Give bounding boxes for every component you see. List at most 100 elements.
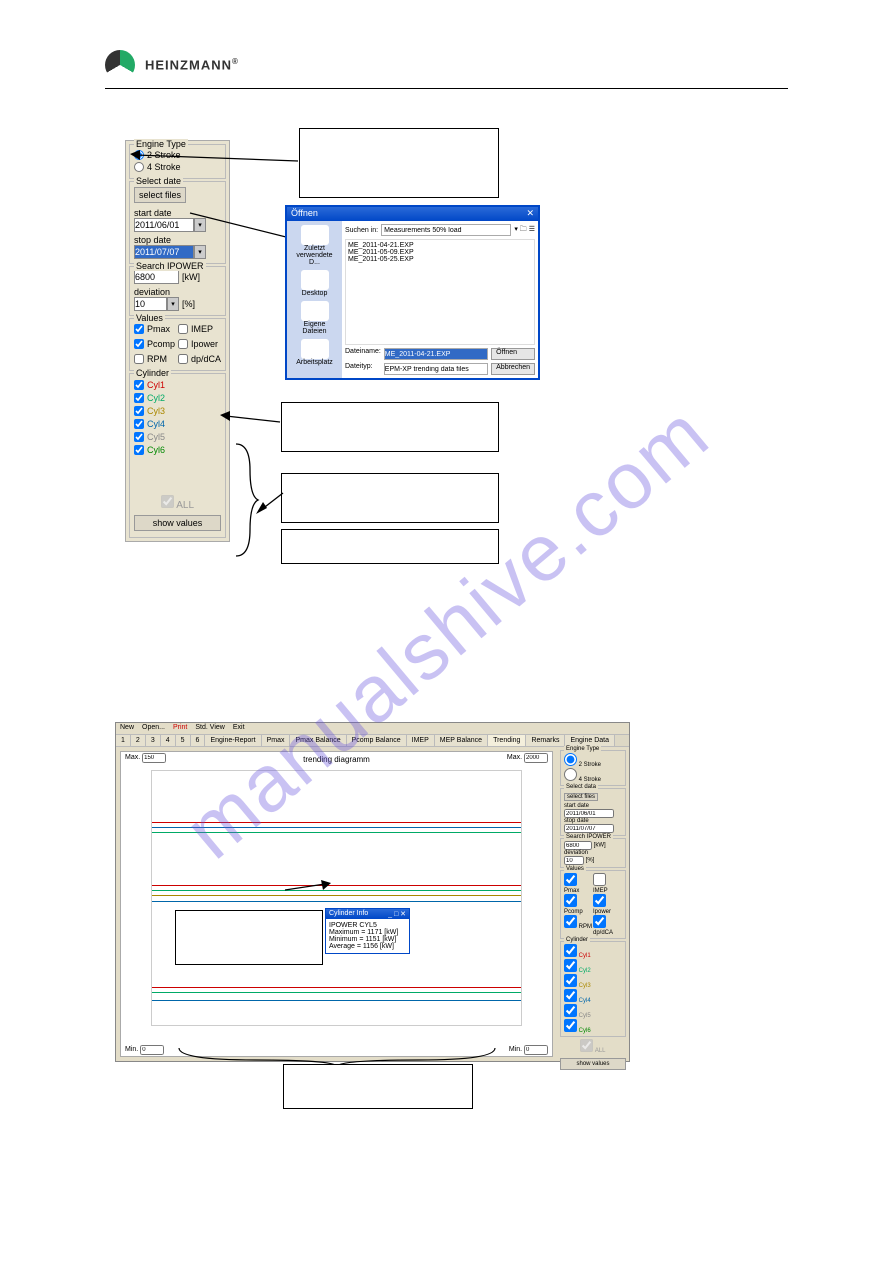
tab-4[interactable]: 4 [161,735,176,746]
values-title: Values [134,313,165,323]
pcomp-check[interactable]: Pcomp [134,339,176,349]
pmax-check[interactable]: Pmax [134,324,176,334]
computer-icon[interactable] [301,339,329,359]
folder-icon[interactable] [301,225,329,245]
select-files-button[interactable]: select files [134,187,186,203]
trending-window: New Open... Print Std. View Exit 1 2 3 4… [115,722,630,1062]
tab-pmax[interactable]: Pmax [262,735,291,746]
close-icon[interactable]: ✕ [526,208,534,220]
tab-1[interactable]: 1 [116,735,131,746]
tab-pcomp-balance[interactable]: Pcomp Balance [347,735,407,746]
trending-side-panel: Engine Type 2 Stroke 4 Stroke Select dat… [557,747,629,1061]
open-button[interactable]: Open... [142,724,165,733]
side-4stroke[interactable] [564,768,577,781]
popup-line: Minimum = 1151 [kW] [329,936,406,943]
print-button[interactable]: Print [173,724,187,733]
side-cyl1[interactable] [564,944,577,957]
side-pcomp[interactable] [564,894,577,907]
filetype-label: Dateityp: [345,363,381,375]
tab-engine-data[interactable]: Engine Data [565,735,615,746]
side-stop[interactable] [564,824,614,833]
tab-pmax-balance[interactable]: Pmax Balance [290,735,346,746]
cyl6-check[interactable]: Cyl6 [134,445,221,455]
min-right-input[interactable] [524,1045,548,1055]
trending-chart[interactable]: Max. trending diagramm Max. Min. Min. [120,751,553,1057]
ipower-check[interactable]: Ipower [178,339,221,349]
filename-input[interactable] [384,348,488,360]
brand-name: HEINZMANN® [145,57,239,72]
side-start[interactable] [564,809,614,818]
deviation-unit: [%] [182,299,195,309]
open-button[interactable]: Öffnen [491,348,535,360]
annotation-box-5 [175,910,323,965]
new-button[interactable]: New [120,724,134,733]
cancel-button[interactable]: Abbrechen [491,363,535,375]
tab-5[interactable]: 5 [176,735,191,746]
tab-3[interactable]: 3 [146,735,161,746]
side-dpdca[interactable] [593,915,606,928]
show-values-button[interactable]: show values [134,515,221,531]
data-series [152,992,521,993]
exit-button[interactable]: Exit [233,724,245,733]
side-pmax[interactable] [564,873,577,886]
rpm-check[interactable]: RPM [134,354,176,364]
side-cyl6[interactable] [564,1019,577,1032]
imep-check[interactable]: IMEP [178,324,221,334]
max-right-input[interactable] [524,753,548,763]
side-2stroke[interactable] [564,753,577,766]
desktop-icon[interactable] [301,270,329,290]
arrow-icon [255,490,290,518]
side-rpm[interactable] [564,915,577,928]
toolbar-icons[interactable]: ▾ 🗀 ☰ [514,225,535,236]
tab-2[interactable]: 2 [131,735,146,746]
side-ipower[interactable] [564,841,592,850]
tab-mep-balance[interactable]: MEP Balance [435,735,488,746]
lookin-label: Suchen in: [345,227,378,234]
tab-imep[interactable]: IMEP [407,735,435,746]
tab-engine-report[interactable]: Engine-Report [205,735,261,746]
side-cyl4[interactable] [564,989,577,1002]
cyl1-check[interactable]: Cyl1 [134,380,221,390]
side-cyl3[interactable] [564,974,577,987]
side-selectfiles[interactable]: select files [564,793,598,801]
tab-6[interactable]: 6 [191,735,206,746]
lookin-input[interactable] [381,224,511,236]
documents-icon[interactable] [301,301,329,321]
data-series [152,987,521,988]
cylinder-group: Cylinder Cyl1 Cyl2 Cyl3 Cyl4 Cyl5 Cyl6 A… [129,373,226,538]
side-ipower-ck[interactable] [593,894,606,907]
cyl5-check[interactable]: Cyl5 [134,432,221,442]
tab-remarks[interactable]: Remarks [526,735,565,746]
start-date-input[interactable] [134,218,194,232]
deviation-input[interactable] [134,297,167,311]
side-dev[interactable] [564,856,584,865]
data-series [152,832,521,833]
cyl3-check[interactable]: Cyl3 [134,406,221,416]
arrow-icon [283,880,333,894]
chevron-down-icon[interactable]: ▾ [167,297,179,311]
dpdca-check[interactable]: dp/dCA [178,354,221,364]
toolbar: New Open... Print Std. View Exit [116,723,629,735]
ipower-input[interactable] [134,270,179,284]
cyl2-check[interactable]: Cyl2 [134,393,221,403]
min-left-input[interactable] [140,1045,164,1055]
tab-trending[interactable]: Trending [488,735,526,746]
all-check[interactable]: ALL [134,495,221,511]
side-imep[interactable] [593,873,606,886]
filetype-input[interactable] [384,363,488,375]
popup-controls[interactable]: _ □ ✕ [388,910,406,918]
select-date-title: Select date [134,176,183,186]
annotation-box-4 [281,529,499,564]
cyl4-check[interactable]: Cyl4 [134,419,221,429]
search-title: Search IPOWER [134,261,206,271]
data-series [152,890,521,891]
side-cyl5[interactable] [564,1004,577,1017]
data-series [152,822,521,823]
max-left-input[interactable] [142,753,166,763]
stop-date-input[interactable] [134,245,194,259]
dialog-sidebar: Zuletzt verwendete D... Desktop Eigene D… [287,221,342,378]
file-list[interactable]: ME_2011-04-21.EXP ME_2011-05-09.EXP ME_2… [345,239,535,345]
side-cyl2[interactable] [564,959,577,972]
side-showvalues[interactable]: show values [560,1058,626,1070]
stdview-button[interactable]: Std. View [195,724,224,733]
